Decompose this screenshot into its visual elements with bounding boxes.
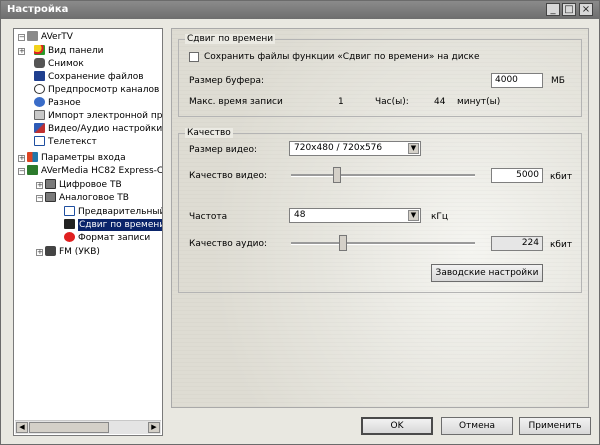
timeshift-group-title: Сдвиг по времени bbox=[185, 34, 276, 44]
tree-horizontal-scrollbar[interactable]: ◀ ▶ bbox=[15, 420, 161, 434]
factory-defaults-button[interactable]: Заводские настройки bbox=[431, 264, 543, 282]
quality-group-title: Качество bbox=[185, 128, 233, 138]
tree-item-misc[interactable]: Разное bbox=[34, 97, 81, 109]
video-size-label: Размер видео: bbox=[189, 145, 258, 155]
scroll-thumb[interactable] bbox=[29, 422, 109, 433]
import-icon bbox=[34, 110, 45, 120]
plus-icon[interactable]: + bbox=[36, 249, 43, 256]
checklist-icon bbox=[64, 206, 75, 216]
settings-panel: Сдвиг по времени Сохранить файлы функции… bbox=[171, 28, 589, 408]
palette-icon bbox=[34, 45, 45, 55]
frequency-label: Частота bbox=[189, 212, 228, 222]
buffer-size-input[interactable]: 4000 bbox=[491, 73, 543, 88]
tree-item-channel-preview[interactable]: Предпросмотр каналов bbox=[34, 84, 159, 96]
timeshift-group: Сдвиг по времени Сохранить файлы функции… bbox=[178, 34, 582, 117]
video-quality-unit: кбит bbox=[550, 172, 573, 182]
audio-quality-unit: кбит bbox=[550, 240, 573, 250]
hours-unit: Час(ы): bbox=[375, 97, 409, 107]
tree-item-view-panel[interactable]: Вид панели bbox=[34, 45, 104, 57]
ok-button[interactable]: OK bbox=[361, 417, 433, 435]
app-icon bbox=[27, 31, 38, 41]
plus-icon[interactable]: + bbox=[18, 48, 25, 55]
minutes-unit: минут(ы) bbox=[457, 97, 501, 107]
settings-window: Настройка _ □ × − AVerTV + Вид панели Сн… bbox=[0, 0, 600, 445]
tree-item-epg-import[interactable]: Импорт электронной прог bbox=[34, 110, 162, 122]
floppy-icon bbox=[34, 71, 45, 81]
tree-item-preview[interactable]: Предварительный bbox=[64, 206, 162, 218]
settings-tree[interactable]: − AVerTV + Вид панели Снимок Сохранение … bbox=[13, 28, 163, 436]
close-icon[interactable]: × bbox=[579, 3, 593, 16]
tree-item-save-files[interactable]: Сохранение файлов bbox=[34, 71, 144, 83]
plus-icon[interactable]: + bbox=[36, 182, 43, 189]
audio-quality-readout: 224 bbox=[491, 236, 543, 251]
audio-quality-label: Качество аудио: bbox=[189, 239, 268, 249]
tv-icon bbox=[45, 179, 56, 189]
tree-item-avertv[interactable]: AVerTV bbox=[27, 31, 73, 43]
save-timeshift-files-checkbox[interactable] bbox=[189, 52, 199, 62]
scroll-left-icon[interactable]: ◀ bbox=[16, 422, 28, 433]
video-quality-input[interactable]: 5000 bbox=[491, 168, 543, 183]
window-title: Настройка bbox=[7, 4, 69, 15]
minus-icon[interactable]: − bbox=[18, 168, 25, 175]
video-quality-label: Качество видео: bbox=[189, 171, 268, 181]
minimize-icon[interactable]: _ bbox=[546, 3, 560, 16]
save-timeshift-files-label: Сохранить файлы функции «Сдвиг по времен… bbox=[204, 52, 480, 62]
misc-icon bbox=[34, 97, 45, 107]
camera-icon bbox=[34, 58, 45, 68]
video-size-select[interactable]: 720x480 / 720x576 ▼ bbox=[289, 141, 421, 156]
frequency-unit: кГц bbox=[431, 212, 449, 222]
scroll-right-icon[interactable]: ▶ bbox=[148, 422, 160, 433]
frequency-select[interactable]: 48 ▼ bbox=[289, 208, 421, 223]
cancel-button[interactable]: Отмена bbox=[441, 417, 513, 435]
max-minutes-value: 44 bbox=[434, 97, 446, 107]
tree-item-snapshot[interactable]: Снимок bbox=[34, 58, 84, 70]
teletext-icon bbox=[34, 136, 45, 146]
tree-item-device[interactable]: AVerMedia HC82 Express-C bbox=[27, 165, 162, 177]
tree-item-timeshift[interactable]: Сдвиг по времени bbox=[64, 219, 162, 231]
max-record-time-label: Макс. время записи bbox=[189, 97, 283, 107]
chevron-down-icon[interactable]: ▼ bbox=[408, 143, 419, 154]
tree-item-av-settings[interactable]: Видео/Аудио настройки bbox=[34, 123, 162, 135]
minus-icon[interactable]: − bbox=[36, 195, 43, 202]
collapse-icon[interactable]: − bbox=[18, 34, 25, 41]
tree-item-fm[interactable]: FM (УКВ) bbox=[45, 246, 100, 258]
buffer-size-unit: МБ bbox=[551, 76, 565, 86]
video-quality-slider[interactable] bbox=[333, 167, 342, 183]
eye-icon bbox=[34, 84, 45, 94]
chevron-down-icon[interactable]: ▼ bbox=[408, 210, 419, 221]
tree-item-record-format[interactable]: Формат записи bbox=[64, 232, 150, 244]
tree-item-analog-tv[interactable]: Аналоговое ТВ bbox=[45, 192, 129, 204]
tuner-card-icon bbox=[27, 165, 38, 175]
video-quality-track[interactable] bbox=[291, 174, 475, 177]
timeshift-icon bbox=[64, 219, 75, 229]
plus-icon[interactable]: + bbox=[18, 155, 25, 162]
tree-item-input-params[interactable]: Параметры входа bbox=[27, 152, 126, 164]
maximize-icon[interactable]: □ bbox=[562, 3, 576, 16]
quality-group: Качество Размер видео: 720x480 / 720x576… bbox=[178, 128, 582, 293]
apply-button[interactable]: Применить bbox=[519, 417, 591, 435]
title-bar[interactable]: Настройка _ □ × bbox=[1, 1, 599, 19]
max-hours-value: 1 bbox=[338, 97, 344, 107]
buffer-size-label: Размер буфера: bbox=[189, 76, 264, 86]
tools-icon bbox=[34, 123, 45, 133]
tv-icon bbox=[45, 192, 56, 202]
audio-quality-slider[interactable] bbox=[338, 235, 347, 251]
tree-item-digital-tv[interactable]: Цифровое ТВ bbox=[45, 179, 122, 191]
radio-icon bbox=[45, 246, 56, 256]
input-icon bbox=[27, 152, 38, 162]
audio-quality-track[interactable] bbox=[291, 242, 475, 245]
tree-item-teletext[interactable]: Телетекст bbox=[34, 136, 97, 148]
record-icon bbox=[64, 232, 75, 242]
